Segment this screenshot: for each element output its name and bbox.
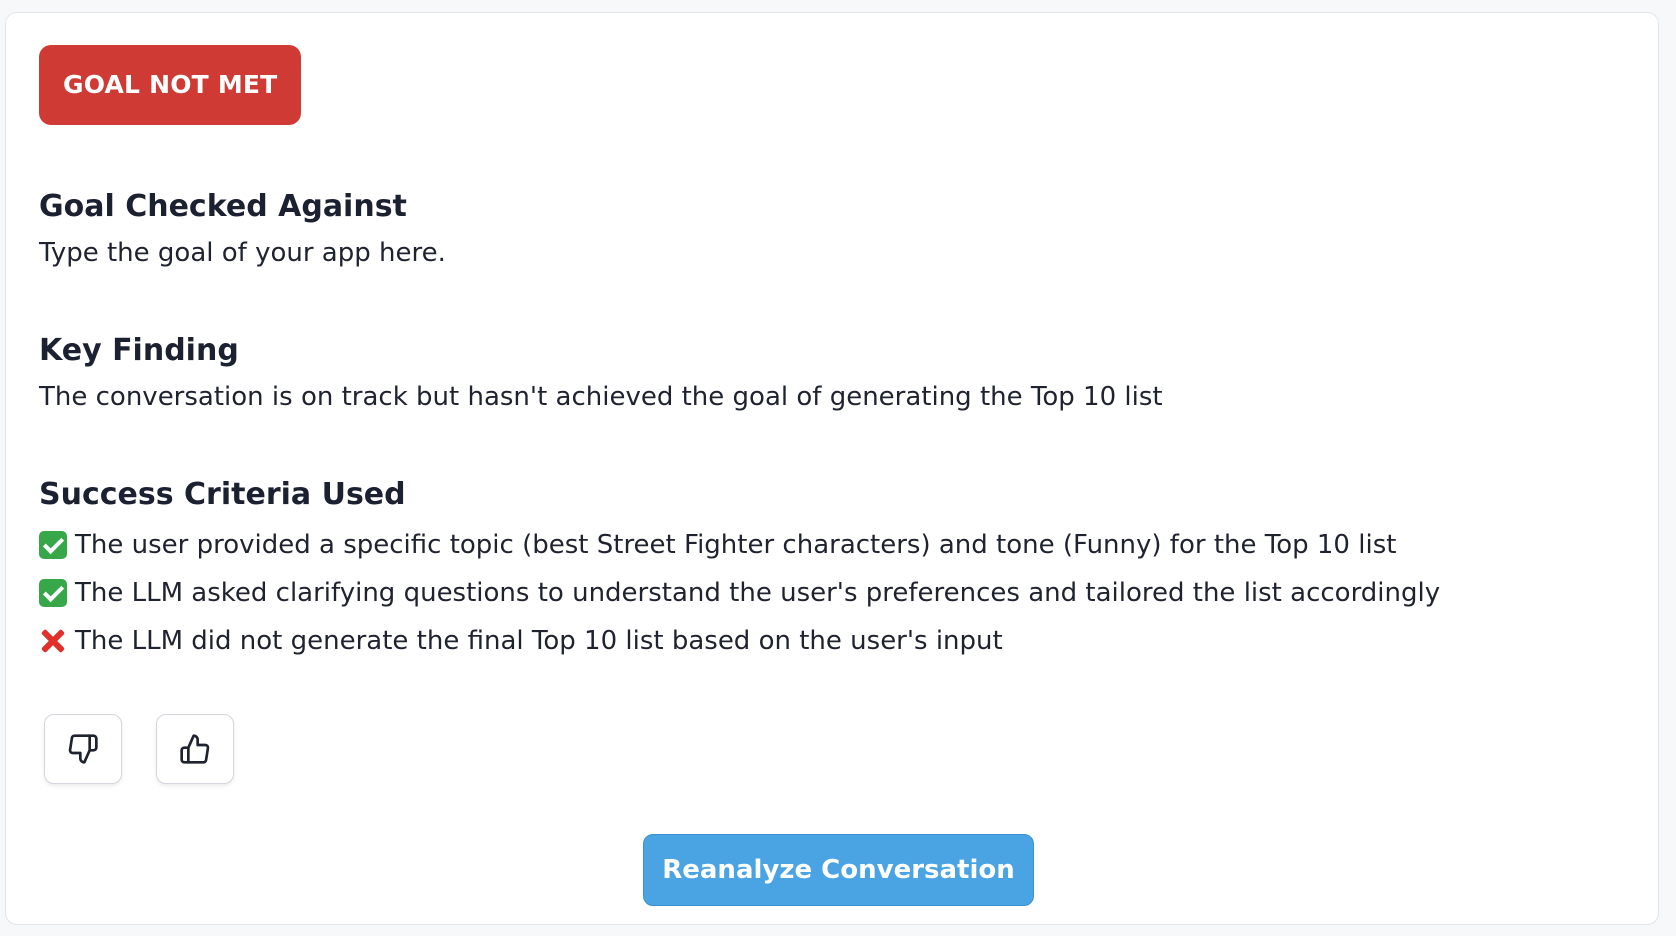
goal-text: Type the goal of your app here. bbox=[39, 238, 446, 268]
success-criteria-heading: Success Criteria Used bbox=[39, 477, 406, 512]
key-finding-section: Key Finding The conversation is on track… bbox=[39, 331, 1163, 415]
criteria-item: The LLM did not generate the final Top 1… bbox=[39, 617, 1440, 665]
criteria-text: The LLM asked clarifying questions to un… bbox=[75, 578, 1441, 608]
goal-section: Goal Checked Against Type the goal of yo… bbox=[39, 187, 446, 271]
reanalyze-conversation-button[interactable]: Reanalyze Conversation bbox=[643, 834, 1034, 906]
key-finding-text: The conversation is on track but hasn't … bbox=[39, 382, 1163, 412]
criteria-text: The LLM did not generate the final Top 1… bbox=[75, 626, 1003, 656]
analysis-card: GOAL NOT MET Goal Checked Against Type t… bbox=[5, 12, 1659, 925]
check-mark-icon bbox=[39, 531, 67, 559]
thumbs-down-button[interactable] bbox=[44, 714, 122, 784]
key-finding-heading: Key Finding bbox=[39, 333, 239, 368]
criteria-text: The user provided a specific topic (best… bbox=[75, 530, 1397, 560]
cross-mark-icon bbox=[39, 627, 67, 655]
thumbs-up-button[interactable] bbox=[156, 714, 234, 784]
criteria-list: The user provided a specific topic (best… bbox=[39, 521, 1440, 665]
criteria-item: The user provided a specific topic (best… bbox=[39, 521, 1440, 569]
status-badge: GOAL NOT MET bbox=[39, 45, 302, 125]
check-mark-icon bbox=[39, 579, 67, 607]
thumbs-down-icon bbox=[68, 734, 98, 764]
success-criteria-section: Success Criteria Used The user provided … bbox=[39, 475, 1440, 665]
goal-heading: Goal Checked Against bbox=[39, 189, 407, 224]
criteria-item: The LLM asked clarifying questions to un… bbox=[39, 569, 1440, 617]
thumbs-up-icon bbox=[180, 734, 210, 764]
